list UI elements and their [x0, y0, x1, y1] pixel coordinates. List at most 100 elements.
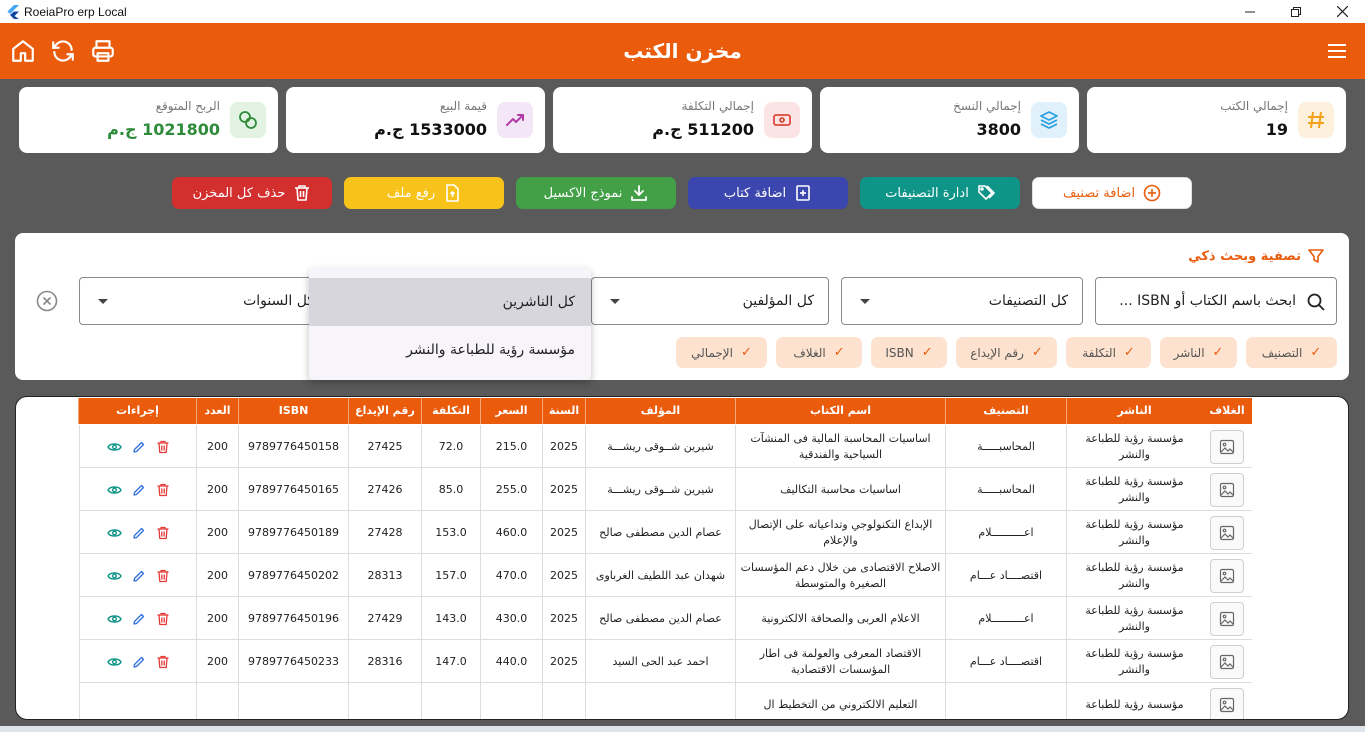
stat-card-total-copies: إجمالي النسخ 3800 [820, 87, 1079, 153]
delete-icon[interactable] [156, 612, 170, 626]
delete-icon[interactable] [156, 655, 170, 669]
cell-deposit-number [348, 683, 421, 719]
image-placeholder-icon[interactable] [1210, 687, 1244, 719]
upload-file-button[interactable]: رفع ملف [344, 177, 504, 209]
cell-price: 255.0 [480, 468, 542, 511]
view-eye-icon[interactable] [106, 569, 122, 583]
window-controls [1227, 0, 1365, 23]
cell-cover [1202, 597, 1252, 640]
cell-author: عصام الدين مصطفى صالح [585, 511, 735, 554]
stat-label: إجمالي الكتب [1220, 99, 1288, 113]
hash-icon [1298, 102, 1334, 138]
header-author: المؤلف [585, 398, 735, 424]
cell-category: اقتصــــاد عـــام [945, 640, 1066, 683]
column-chip-deposit-number[interactable]: ✓ رقم الإيداع [956, 337, 1057, 368]
print-button[interactable] [89, 37, 117, 65]
window-titlebar: RoeiaPro erp Local [0, 0, 1365, 23]
clear-filters-button[interactable] [36, 290, 58, 312]
manage-categories-button[interactable]: ادارة التصنيفات [860, 177, 1020, 209]
image-placeholder-icon[interactable] [1210, 515, 1244, 550]
edit-icon[interactable] [132, 655, 146, 669]
publisher-option-roeia[interactable]: مؤسسة رؤية للطباعة والنشر [309, 326, 591, 374]
edit-icon[interactable] [132, 526, 146, 540]
close-window-button[interactable] [1319, 0, 1365, 23]
stat-label: قيمة البيع [439, 99, 487, 113]
stat-card-total-cost: إجمالي التكلفة 511200 ج.م [553, 87, 812, 153]
header-category: التصنيف [945, 398, 1066, 424]
author-select[interactable]: كل المؤلفين [591, 277, 829, 325]
add-book-button[interactable]: اضافة كتاب [688, 177, 848, 209]
table-row: مؤسسة رؤية للطباعة والنشر المحاسبـــــة اس… [79, 468, 1252, 511]
refresh-button[interactable] [49, 37, 77, 65]
cell-cover [1202, 511, 1252, 554]
excel-template-button[interactable]: نموذج الاكسيل [516, 177, 676, 209]
delete-icon[interactable] [156, 569, 170, 583]
check-icon: ✓ [921, 345, 933, 360]
year-select[interactable]: كل السنوات [79, 277, 329, 325]
column-chip-cover[interactable]: ✓ الغلاف [776, 337, 862, 368]
year-select-value: كل السنوات [243, 293, 314, 309]
column-chip-publisher[interactable]: ✓ الناشر [1160, 337, 1237, 368]
restore-button[interactable] [1273, 0, 1319, 23]
minimize-button[interactable] [1227, 0, 1273, 23]
table-row: مؤسسة رؤية للطباعة والنشر اقتصــــاد عـــ… [79, 640, 1252, 683]
author-select-value: كل المؤلفين [742, 293, 814, 309]
image-placeholder-icon[interactable] [1210, 644, 1244, 679]
header-year: السنة [542, 398, 585, 424]
table-row: مؤسسة رؤية للطباعة والنشر اقتصــــاد عـــ… [79, 554, 1252, 597]
filter-title-text: تصفية وبحث ذكي [1188, 248, 1301, 264]
stat-value: 1021800 ج.م [107, 120, 220, 139]
image-placeholder-icon[interactable] [1210, 558, 1244, 593]
chevron-down-icon [610, 299, 620, 304]
home-button[interactable] [9, 37, 37, 65]
view-eye-icon[interactable] [106, 655, 122, 669]
cell-isbn: 9789776450233 [238, 640, 348, 683]
column-chip-isbn[interactable]: ✓ ISBN [871, 337, 947, 368]
view-eye-icon[interactable] [106, 612, 122, 626]
books-table-panel: الغلاف الناشر التصنيف اسم الكتاب المؤلف … [15, 396, 1349, 720]
delete-all-inventory-button[interactable]: حذف كل المخزن [172, 177, 332, 209]
coins-icon [230, 102, 266, 138]
column-chip-total[interactable]: ✓ الإجمالي [676, 337, 767, 368]
cell-title: الاصلاح الاقتصادى من خلال دعم المؤسسات ا… [735, 554, 945, 597]
trash-icon [295, 185, 310, 201]
header-isbn: ISBN [238, 398, 348, 424]
cell-price: 215.0 [480, 425, 542, 468]
cell-actions [79, 640, 196, 683]
edit-icon[interactable] [132, 612, 146, 626]
cell-category: اعــــــــــلام [945, 511, 1066, 554]
chip-label: الغلاف [793, 345, 826, 360]
cell-title: الاعلام العربى والصحافة الالكترونية [735, 597, 945, 640]
cell-quantity: 200 [196, 425, 238, 468]
image-placeholder-icon[interactable] [1210, 429, 1244, 464]
delete-icon[interactable] [156, 483, 170, 497]
chip-label: الناشر [1173, 345, 1205, 360]
column-chip-cost[interactable]: ✓ التكلفة [1066, 337, 1151, 368]
view-eye-icon[interactable] [106, 440, 122, 454]
edit-icon[interactable] [132, 440, 146, 454]
image-placeholder-icon[interactable] [1210, 472, 1244, 507]
cell-publisher: مؤسسة رؤية للطباعة والنشر [1066, 511, 1202, 554]
edit-icon[interactable] [132, 483, 146, 497]
cell-actions [79, 597, 196, 640]
stat-value: 511200 ج.م [652, 120, 754, 139]
publisher-option-all[interactable]: كل الناشرين [309, 278, 591, 326]
check-icon: ✓ [833, 345, 845, 360]
image-placeholder-icon[interactable] [1210, 601, 1244, 636]
view-eye-icon[interactable] [106, 483, 122, 497]
delete-icon[interactable] [156, 440, 170, 454]
cell-title: الاقتصاد المعرفى والعولمة فى اطار المؤسس… [735, 640, 945, 683]
table-row: مؤسسة رؤية للطباعة والنشر اعــــــــــلام… [79, 597, 1252, 640]
add-category-button[interactable]: اضافة تصنيف [1032, 177, 1192, 209]
cell-quantity [196, 683, 238, 719]
delete-icon[interactable] [156, 526, 170, 540]
category-select[interactable]: كل التصنيفات [841, 277, 1083, 325]
column-chip-category[interactable]: ✓ التصنيف [1246, 337, 1337, 368]
stat-label: الربح المتوقع [155, 99, 220, 113]
cell-year: 2025 [542, 554, 585, 597]
view-eye-icon[interactable] [106, 526, 122, 540]
edit-icon[interactable] [132, 569, 146, 583]
search-input[interactable]: ابحث باسم الكتاب أو ISBN ... [1095, 277, 1337, 325]
menu-icon [1328, 44, 1346, 58]
menu-button[interactable] [1323, 37, 1351, 65]
